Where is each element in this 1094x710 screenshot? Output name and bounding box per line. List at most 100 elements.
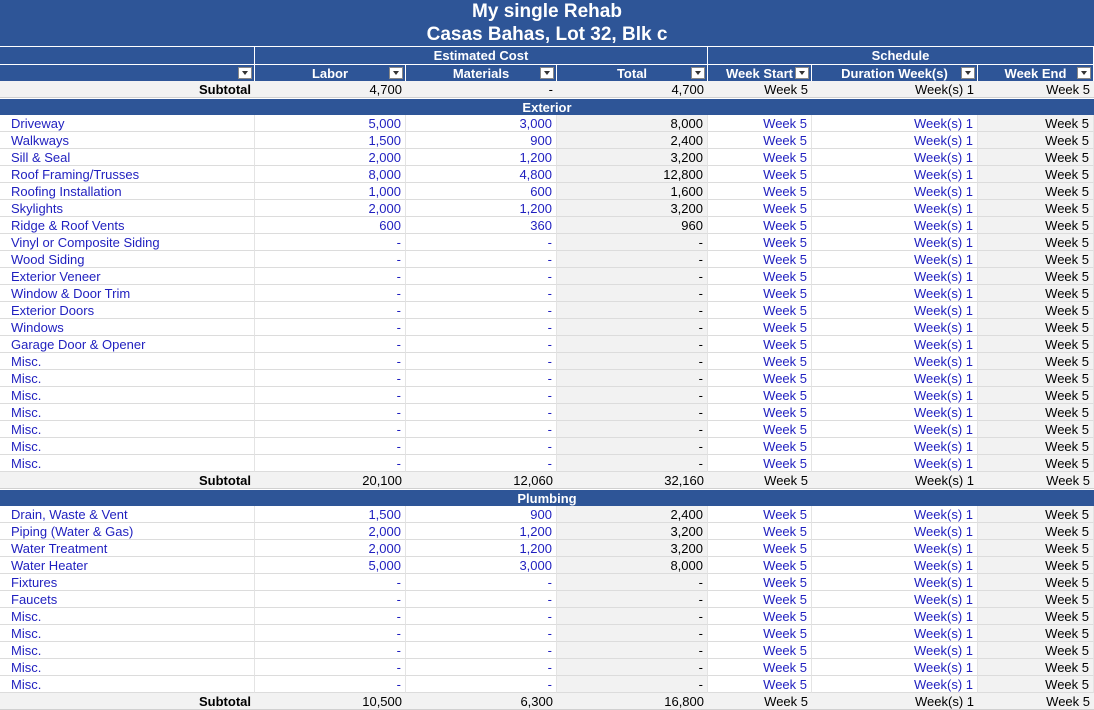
week-end-cell[interactable]: Week 5 (978, 268, 1094, 285)
week-end-cell[interactable]: Week 5 (978, 285, 1094, 302)
week-start-cell[interactable]: Week 5 (708, 438, 812, 455)
total-cell[interactable]: 3,200 (557, 149, 708, 166)
total-cell[interactable]: - (557, 591, 708, 608)
materials-cell[interactable]: - (406, 268, 557, 285)
item-name-cell[interactable]: Water Heater (0, 557, 255, 574)
materials-cell[interactable]: - (406, 438, 557, 455)
labor-cell[interactable]: - (255, 336, 406, 353)
item-name-cell[interactable]: Roof Framing/Trusses (0, 166, 255, 183)
duration-cell[interactable]: Week(s) 1 (812, 319, 978, 336)
labor-cell[interactable]: - (255, 285, 406, 302)
item-name-cell[interactable]: Sill & Seal (0, 149, 255, 166)
labor-cell[interactable]: 1,500 (255, 506, 406, 523)
subtotal-total[interactable]: 32,160 (557, 472, 708, 489)
week-start-cell[interactable]: Week 5 (708, 421, 812, 438)
duration-cell[interactable]: Week(s) 1 (812, 166, 978, 183)
materials-cell[interactable]: - (406, 234, 557, 251)
week-end-cell[interactable]: Week 5 (978, 608, 1094, 625)
week-start-cell[interactable]: Week 5 (708, 642, 812, 659)
total-cell[interactable]: - (557, 370, 708, 387)
subtotal-week-end[interactable]: Week 5 (978, 472, 1094, 489)
week-end-cell[interactable]: Week 5 (978, 676, 1094, 693)
subtotal-duration[interactable]: Week(s) 1 (812, 81, 978, 98)
week-end-cell[interactable]: Week 5 (978, 149, 1094, 166)
filter-dropdown-icon[interactable] (540, 67, 554, 79)
week-end-cell[interactable]: Week 5 (978, 438, 1094, 455)
materials-cell[interactable]: 900 (406, 132, 557, 149)
week-end-cell[interactable]: Week 5 (978, 319, 1094, 336)
materials-cell[interactable]: - (406, 387, 557, 404)
materials-cell[interactable]: 1,200 (406, 200, 557, 217)
duration-cell[interactable]: Week(s) 1 (812, 132, 978, 149)
week-end-cell[interactable]: Week 5 (978, 302, 1094, 319)
duration-cell[interactable]: Week(s) 1 (812, 642, 978, 659)
total-cell[interactable]: 1,600 (557, 183, 708, 200)
duration-cell[interactable]: Week(s) 1 (812, 574, 978, 591)
item-name-cell[interactable]: Exterior Veneer (0, 268, 255, 285)
labor-cell[interactable]: 2,000 (255, 540, 406, 557)
materials-cell[interactable]: - (406, 676, 557, 693)
total-cell[interactable]: - (557, 268, 708, 285)
week-end-cell[interactable]: Week 5 (978, 132, 1094, 149)
duration-cell[interactable]: Week(s) 1 (812, 625, 978, 642)
labor-cell[interactable]: - (255, 625, 406, 642)
item-name-cell[interactable]: Faucets (0, 591, 255, 608)
filter-dropdown-icon[interactable] (795, 67, 809, 79)
week-start-cell[interactable]: Week 5 (708, 557, 812, 574)
duration-cell[interactable]: Week(s) 1 (812, 421, 978, 438)
item-name-cell[interactable]: Garage Door & Opener (0, 336, 255, 353)
duration-cell[interactable]: Week(s) 1 (812, 353, 978, 370)
materials-cell[interactable]: 360 (406, 217, 557, 234)
materials-cell[interactable]: - (406, 285, 557, 302)
week-end-cell[interactable]: Week 5 (978, 115, 1094, 132)
total-cell[interactable]: - (557, 285, 708, 302)
item-name-cell[interactable]: Fixtures (0, 574, 255, 591)
item-name-cell[interactable]: Misc. (0, 370, 255, 387)
labor-cell[interactable]: - (255, 642, 406, 659)
labor-cell[interactable]: 600 (255, 217, 406, 234)
week-start-cell[interactable]: Week 5 (708, 319, 812, 336)
labor-cell[interactable]: - (255, 608, 406, 625)
subtotal-week-start[interactable]: Week 5 (708, 472, 812, 489)
labor-cell[interactable]: - (255, 404, 406, 421)
materials-cell[interactable]: 4,800 (406, 166, 557, 183)
total-cell[interactable]: 8,000 (557, 115, 708, 132)
labor-cell[interactable]: - (255, 659, 406, 676)
total-cell[interactable]: - (557, 251, 708, 268)
total-cell[interactable]: - (557, 659, 708, 676)
labor-cell[interactable]: - (255, 353, 406, 370)
subtotal-total[interactable]: 16,800 (557, 693, 708, 710)
labor-cell[interactable]: 8,000 (255, 166, 406, 183)
week-end-cell[interactable]: Week 5 (978, 625, 1094, 642)
materials-cell[interactable]: - (406, 336, 557, 353)
labor-cell[interactable]: - (255, 234, 406, 251)
item-name-cell[interactable]: Misc. (0, 387, 255, 404)
week-end-cell[interactable]: Week 5 (978, 523, 1094, 540)
week-end-cell[interactable]: Week 5 (978, 234, 1094, 251)
week-end-cell[interactable]: Week 5 (978, 421, 1094, 438)
week-end-cell[interactable]: Week 5 (978, 200, 1094, 217)
duration-cell[interactable]: Week(s) 1 (812, 302, 978, 319)
labor-cell[interactable]: - (255, 387, 406, 404)
week-start-cell[interactable]: Week 5 (708, 268, 812, 285)
total-cell[interactable]: 12,800 (557, 166, 708, 183)
labor-cell[interactable]: - (255, 268, 406, 285)
week-end-cell[interactable]: Week 5 (978, 659, 1094, 676)
total-cell[interactable]: 3,200 (557, 540, 708, 557)
labor-cell[interactable]: - (255, 251, 406, 268)
duration-cell[interactable]: Week(s) 1 (812, 370, 978, 387)
duration-cell[interactable]: Week(s) 1 (812, 608, 978, 625)
labor-cell[interactable]: 1,000 (255, 183, 406, 200)
materials-cell[interactable]: - (406, 455, 557, 472)
filter-dropdown-icon[interactable] (691, 67, 705, 79)
item-name-cell[interactable]: Misc. (0, 642, 255, 659)
duration-cell[interactable]: Week(s) 1 (812, 676, 978, 693)
materials-cell[interactable]: 1,200 (406, 523, 557, 540)
week-start-cell[interactable]: Week 5 (708, 676, 812, 693)
item-name-cell[interactable]: Skylights (0, 200, 255, 217)
week-start-cell[interactable]: Week 5 (708, 574, 812, 591)
item-name-cell[interactable]: Vinyl or Composite Siding (0, 234, 255, 251)
total-cell[interactable]: - (557, 608, 708, 625)
subtotal-week-start[interactable]: Week 5 (708, 81, 812, 98)
week-start-cell[interactable]: Week 5 (708, 285, 812, 302)
